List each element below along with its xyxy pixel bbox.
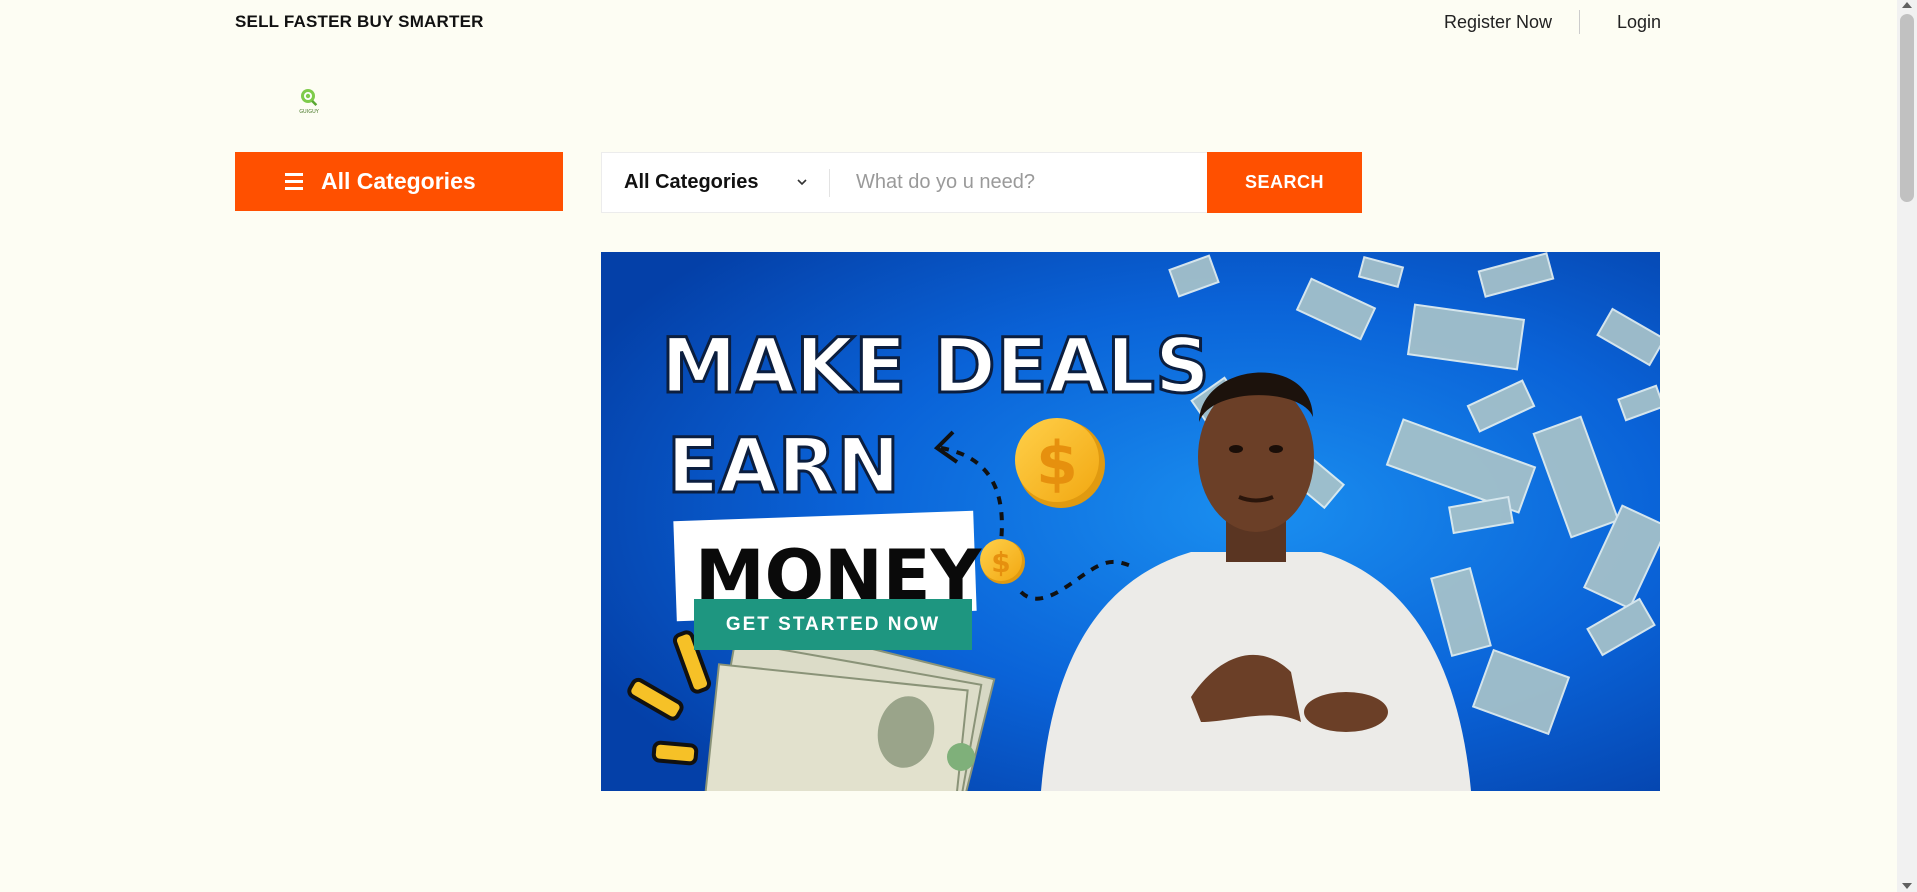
- search-bar: All Categories SEARCH: [601, 152, 1362, 213]
- site-tagline: SELL FASTER BUY SMARTER: [235, 12, 484, 31]
- small-coin-symbol: $: [991, 546, 1010, 579]
- scrollbar-thumb[interactable]: [1900, 14, 1914, 202]
- magnifier-logo-icon: GUIGUY: [299, 89, 320, 115]
- search-button[interactable]: SEARCH: [1207, 152, 1362, 213]
- search-input[interactable]: [830, 153, 1207, 212]
- chevron-down-icon: [797, 179, 807, 186]
- all-categories-button[interactable]: All Categories: [235, 152, 563, 211]
- site-logo[interactable]: GUIGUY: [296, 86, 322, 116]
- all-categories-label: All Categories: [321, 168, 476, 194]
- logo-text: GUIGUY: [299, 109, 320, 115]
- scroll-up-arrow-icon[interactable]: [1902, 2, 1912, 8]
- banner-headline-line1: MAKE DEALS: [661, 321, 1210, 410]
- category-select[interactable]: All Categories: [602, 153, 830, 212]
- get-started-button[interactable]: GET STARTED NOW: [694, 599, 972, 650]
- hero-banner[interactable]: $ $ MAKE DEALS EARN MONEY: [601, 252, 1660, 791]
- hamburger-icon: [285, 173, 303, 190]
- category-select-value: All Categories: [624, 171, 759, 193]
- scroll-down-arrow-icon[interactable]: [1902, 883, 1912, 889]
- register-link[interactable]: Register Now: [1444, 12, 1552, 33]
- coin-symbol: $: [1036, 429, 1078, 499]
- banner-headline-line2: EARN: [667, 421, 900, 510]
- nav-divider: [1579, 10, 1580, 34]
- login-link[interactable]: Login: [1617, 12, 1661, 33]
